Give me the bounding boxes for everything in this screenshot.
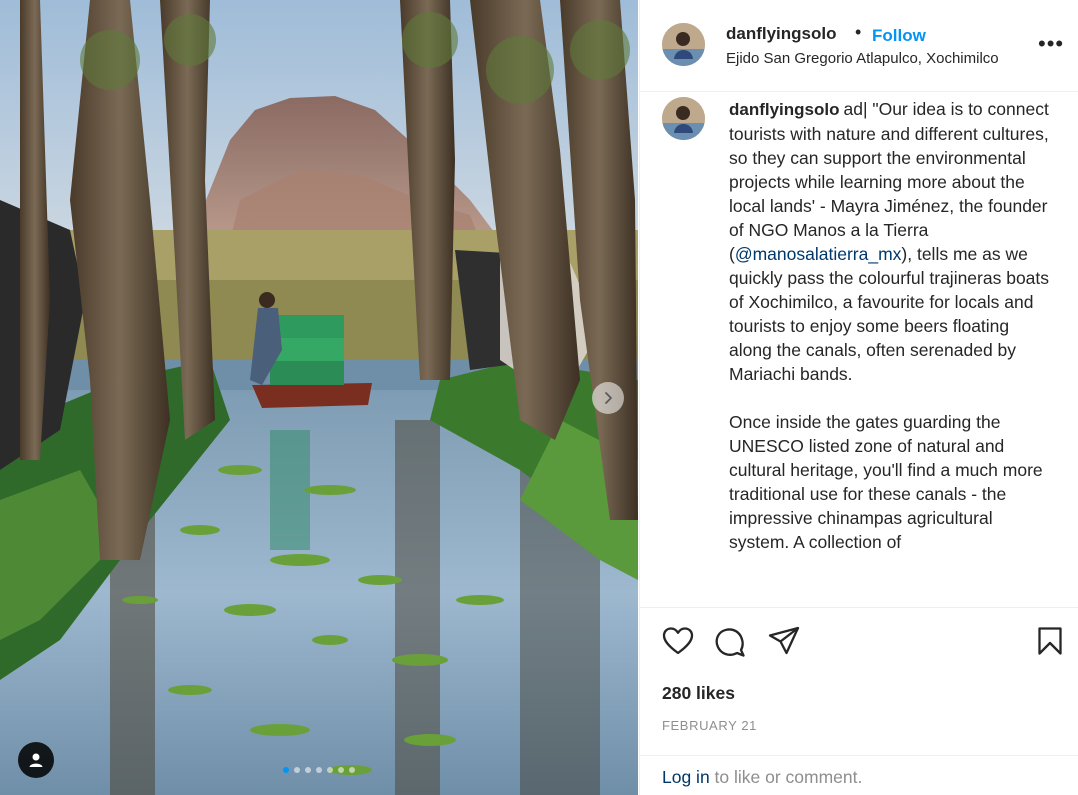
like-button[interactable]: [662, 626, 694, 661]
login-prompt-text: to like or comment.: [709, 767, 863, 787]
post-caption: danflyingsolo ad| "Our idea is to connect…: [729, 97, 1054, 554]
carousel-dot: [305, 767, 311, 773]
chevron-right-icon: [605, 392, 612, 404]
carousel-dot: [316, 767, 322, 773]
carousel-indicator: [0, 767, 638, 773]
caption-text: ), tells me as we quickly pass the colou…: [729, 244, 1050, 384]
follow-button[interactable]: Follow: [872, 26, 926, 46]
carousel-dot: [283, 767, 289, 773]
more-options-icon[interactable]: •••: [1038, 33, 1064, 55]
post-actions: 280 likes FEBRUARY 21: [640, 607, 1078, 755]
heart-icon: [662, 627, 694, 655]
login-link[interactable]: Log in: [662, 767, 710, 787]
post-header: danflyingsolo • Follow Ejido San Gregori…: [640, 0, 1078, 92]
post-location[interactable]: Ejido San Gregorio Atlapulco, Xochimilco: [726, 50, 1016, 67]
caption-scroll-area[interactable]: danflyingsolo ad| "Our idea is to connect…: [640, 93, 1078, 607]
comment-icon: [715, 628, 745, 657]
comment-button[interactable]: [714, 626, 746, 663]
share-button[interactable]: [768, 626, 800, 661]
login-prompt: Log in to like or comment.: [640, 755, 1078, 795]
post-date[interactable]: FEBRUARY 21: [662, 718, 757, 733]
canal-photo: [0, 0, 638, 795]
carousel-dot: [338, 767, 344, 773]
save-button[interactable]: [1037, 626, 1063, 661]
caption-text: ad| "Our idea is to connect tourists wit…: [729, 99, 1049, 264]
caption-username[interactable]: danflyingsolo: [729, 100, 840, 119]
author-username[interactable]: danflyingsolo: [726, 24, 837, 44]
carousel-dot: [349, 767, 355, 773]
share-icon: [768, 626, 800, 655]
carousel-dot: [294, 767, 300, 773]
mention-link[interactable]: @manosalatierra_mx: [735, 244, 902, 264]
post-photo[interactable]: [0, 0, 638, 795]
next-photo-button[interactable]: [592, 382, 624, 414]
carousel-dot: [327, 767, 333, 773]
post-sidebar: danflyingsolo • Follow Ejido San Gregori…: [639, 0, 1078, 795]
avatar[interactable]: [662, 97, 705, 140]
like-count[interactable]: 280 likes: [662, 683, 735, 704]
avatar[interactable]: [662, 23, 705, 66]
caption-paragraph: Once inside the gates guarding the UNESC…: [729, 412, 1043, 552]
bookmark-icon: [1038, 627, 1062, 655]
separator-dot: •: [855, 22, 862, 42]
